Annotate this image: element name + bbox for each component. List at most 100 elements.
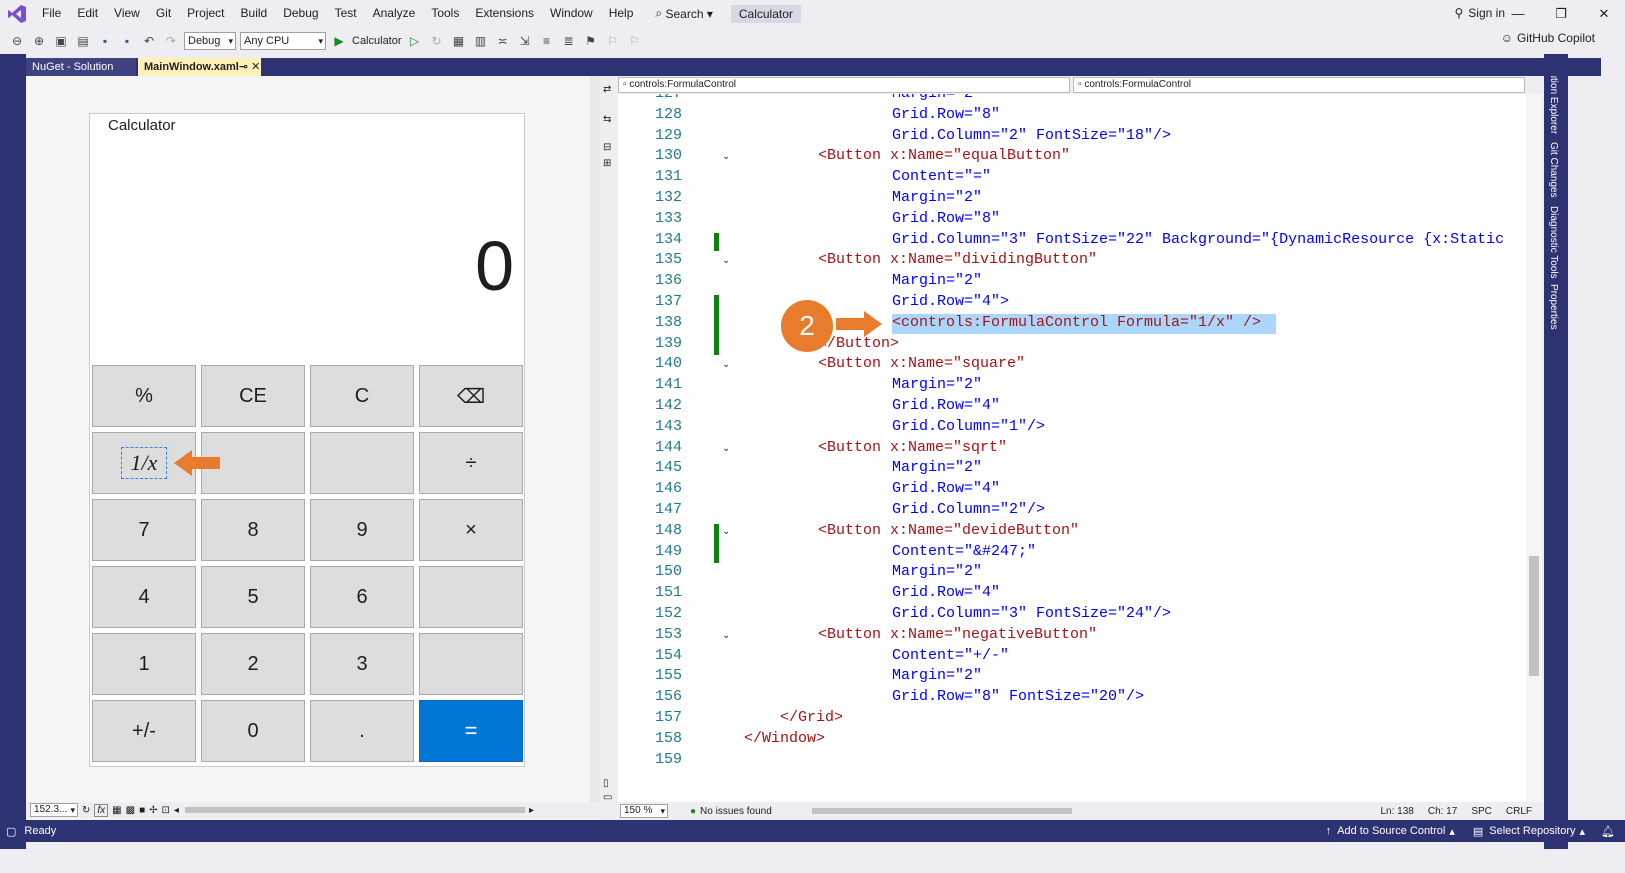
snap-grid-icon[interactable]: ▩ xyxy=(126,805,135,816)
calc-key[interactable]: 3 xyxy=(310,633,414,695)
configuration-select[interactable]: Debug xyxy=(184,31,236,50)
designer-vertical-scrollbar[interactable] xyxy=(590,76,600,806)
code-line[interactable]: Grid.Row="4"> xyxy=(892,293,1009,310)
code-line[interactable]: <Button x:Name="equalButton" xyxy=(818,147,1070,164)
visual-studio-logo-icon[interactable] xyxy=(0,0,34,27)
scroll-right-icon[interactable]: ▸ xyxy=(529,805,534,816)
code-line[interactable]: Grid.Column="2" FontSize="18"/> xyxy=(892,127,1171,144)
menu-build[interactable]: Build xyxy=(233,0,276,27)
restore-button[interactable]: ❐ xyxy=(1540,0,1582,27)
code-line[interactable]: <controls:FormulaControl Formula="1/x" /… xyxy=(892,314,1261,331)
open-icon[interactable]: ▤ xyxy=(74,32,92,50)
add-to-source-control[interactable]: Add to Source Control xyxy=(1337,825,1445,837)
type-navigation-dropdown[interactable]: ▫ controls:FormulaControl xyxy=(618,77,1070,93)
calc-key[interactable]: 1 xyxy=(92,633,196,695)
code-line[interactable]: <Button x:Name="devideButton" xyxy=(818,522,1079,539)
calc-key[interactable]: ⌫ xyxy=(419,365,523,427)
layout-icon[interactable]: ▥ xyxy=(472,32,490,50)
calc-key[interactable]: × xyxy=(419,499,523,561)
code-line[interactable]: Margin="2" xyxy=(892,376,982,393)
menu-git[interactable]: Git xyxy=(148,0,179,27)
calc-key[interactable] xyxy=(310,432,414,494)
refresh-icon[interactable]: ↻ xyxy=(82,805,90,816)
calc-key[interactable]: % xyxy=(92,365,196,427)
horizontal-split-icon[interactable]: ▭ xyxy=(603,792,612,803)
calc-key[interactable]: +/- xyxy=(92,700,196,762)
code-line[interactable]: Grid.Column="3" FontSize="22" Background… xyxy=(892,231,1504,248)
code-line[interactable]: Grid.Row="8" xyxy=(892,106,1000,123)
calc-key[interactable]: . xyxy=(310,700,414,762)
calc-key[interactable]: 8 xyxy=(201,499,305,561)
scroll-left-icon[interactable]: ◂ xyxy=(174,805,179,816)
vertical-split-icon[interactable]: ▯ xyxy=(603,778,609,789)
back-icon[interactable]: ⊖ xyxy=(8,32,26,50)
fx-icon[interactable]: fx xyxy=(94,803,109,817)
start-target[interactable]: Calculator xyxy=(352,35,402,47)
code-line[interactable]: Content="=" xyxy=(892,168,991,185)
select-repository[interactable]: Select Repository xyxy=(1489,825,1575,837)
tab-mainwindow-xaml[interactable]: MainWindow.xaml ⊸ ✕ xyxy=(138,58,261,76)
output-icon[interactable]: ▢ xyxy=(6,825,16,838)
fold-chevron-icon[interactable]: ⌄ xyxy=(722,526,730,537)
minimize-button[interactable]: — xyxy=(1497,0,1539,27)
code-line[interactable]: Margin="2" xyxy=(892,563,982,580)
code-editor[interactable]: 127 Margin="2" 128 Grid.Row="8" 129 Grid.Colu… xyxy=(618,94,1526,802)
code-line[interactable]: Content="&#247;" xyxy=(892,543,1036,560)
editor-scroll-thumb[interactable] xyxy=(1529,556,1539,676)
calc-key[interactable] xyxy=(419,633,523,695)
search-box[interactable]: ⌕ Search ▾ xyxy=(647,4,720,24)
browse-icon[interactable]: ▦ xyxy=(450,32,468,50)
code-line[interactable]: Grid.Column="2"/> xyxy=(892,501,1045,518)
platform-select[interactable]: Any CPU xyxy=(240,31,326,50)
code-line[interactable]: Margin="2" xyxy=(892,459,982,476)
fold-chevron-icon[interactable]: ⌄ xyxy=(722,255,730,266)
code-line[interactable]: <Button x:Name="dividingButton" xyxy=(818,251,1097,268)
column-indicator[interactable]: Ch: 17 xyxy=(1428,806,1457,817)
menu-tools[interactable]: Tools xyxy=(423,0,467,27)
code-line[interactable]: Margin="2" xyxy=(892,94,982,102)
calc-key[interactable]: 4 xyxy=(92,566,196,628)
code-line[interactable]: Grid.Row="8" xyxy=(892,210,1000,227)
editor-horizontal-scrollbar[interactable] xyxy=(811,808,1072,814)
member-navigation-dropdown[interactable]: ▫ controls:FormulaControl xyxy=(1073,77,1525,93)
start-icon[interactable]: ▶ xyxy=(330,32,348,50)
designer-zoom-select[interactable]: 152.3... xyxy=(30,803,78,817)
fold-chevron-icon[interactable]: ⌄ xyxy=(722,443,730,454)
code-line[interactable]: Margin="2" xyxy=(892,272,982,289)
redo-icon[interactable]: ↷ xyxy=(162,32,180,50)
side-tab-git-changes[interactable]: Git Changes xyxy=(1548,142,1559,198)
code-line[interactable]: </Window> xyxy=(744,730,825,747)
code-line[interactable]: Margin="2" xyxy=(892,667,982,684)
snap-lines-icon[interactable]: ✢ xyxy=(149,805,157,816)
pin-icon[interactable]: ⊸ xyxy=(239,61,248,73)
split-toggle-icon[interactable]: ⇆ xyxy=(603,114,611,125)
menu-edit[interactable]: Edit xyxy=(69,0,106,27)
tab-nuget-solution[interactable]: NuGet - Solution xyxy=(26,58,136,76)
start-without-debug-icon[interactable]: ▷ xyxy=(406,32,424,50)
save-all-icon[interactable]: ▪ xyxy=(118,32,136,50)
calc-key[interactable]: 5 xyxy=(201,566,305,628)
calc-key[interactable]: 7 xyxy=(92,499,196,561)
whitespace-indicator[interactable]: SPC xyxy=(1471,806,1492,817)
calc-key[interactable]: 9 xyxy=(310,499,414,561)
menu-analyze[interactable]: Analyze xyxy=(365,0,424,27)
side-tab-diagnostic-tools[interactable]: Diagnostic Tools xyxy=(1548,206,1559,279)
device-icon[interactable]: ⊡ xyxy=(162,805,170,816)
code-line[interactable]: Grid.Row="4" xyxy=(892,397,1000,414)
editor-vertical-scrollbar[interactable] xyxy=(1526,94,1542,802)
code-line[interactable]: Grid.Row="4" xyxy=(892,584,1000,601)
bookmark-prev-icon[interactable]: ⚐ xyxy=(604,32,622,50)
hot-reload-icon[interactable]: ↻ xyxy=(428,32,446,50)
code-line[interactable]: Grid.Column="1"/> xyxy=(892,418,1045,435)
code-line[interactable]: </Grid> xyxy=(780,709,843,726)
menu-view[interactable]: View xyxy=(106,0,148,27)
code-line[interactable]: Grid.Row="4" xyxy=(892,480,1000,497)
menu-extensions[interactable]: Extensions xyxy=(467,0,542,27)
menu-test[interactable]: Test xyxy=(327,0,365,27)
calc-key[interactable]: C xyxy=(310,365,414,427)
calc-key[interactable]: CE xyxy=(201,365,305,427)
split-bar[interactable]: ⇄ ⇆ ⊟ ⊞ ▯ ▭ xyxy=(600,76,618,820)
menu-window[interactable]: Window xyxy=(542,0,601,27)
save-icon[interactable]: ▪ xyxy=(96,32,114,50)
calc-key[interactable]: ÷ xyxy=(419,432,523,494)
